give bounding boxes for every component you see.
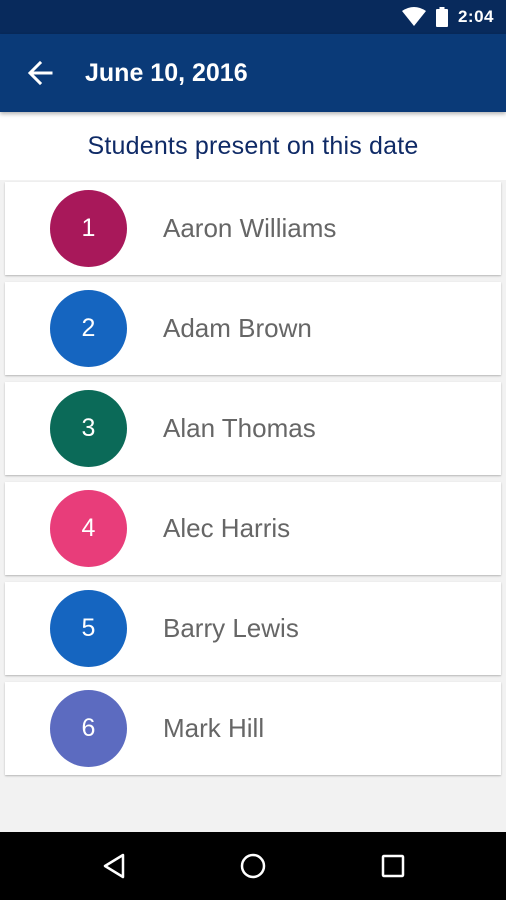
nav-back-button[interactable]	[94, 846, 134, 886]
screen: 2:04 June 10, 2016 Students present on t…	[0, 0, 506, 900]
home-circle-icon	[239, 852, 267, 880]
page-title: June 10, 2016	[85, 59, 248, 87]
student-card-6[interactable]: 6 Mark Hill	[5, 682, 501, 775]
student-card-1[interactable]: 1 Aaron Williams	[5, 182, 501, 275]
status-icons: 2:04	[401, 0, 494, 34]
student-card-3[interactable]: 3 Alan Thomas	[5, 382, 501, 475]
app-bar: June 10, 2016	[0, 34, 506, 112]
back-button[interactable]	[20, 53, 60, 93]
student-number-avatar: 1	[50, 190, 127, 267]
list-subtitle: Students present on this date	[87, 131, 419, 160]
student-number-avatar: 6	[50, 690, 127, 767]
student-name: Aaron Williams	[163, 213, 337, 243]
student-card-5[interactable]: 5 Barry Lewis	[5, 582, 501, 675]
student-name: Barry Lewis	[163, 613, 299, 643]
back-triangle-icon	[101, 852, 127, 880]
student-number-avatar: 5	[50, 590, 127, 667]
student-number-avatar: 2	[50, 290, 127, 367]
student-name: Alec Harris	[163, 513, 291, 543]
arrow-back-icon	[27, 60, 53, 86]
battery-icon	[435, 7, 448, 27]
student-number-avatar: 4	[50, 490, 127, 567]
nav-home-button[interactable]	[233, 846, 273, 886]
student-name: Alan Thomas	[163, 413, 316, 443]
navigation-bar	[0, 832, 506, 900]
student-card-4[interactable]: 4 Alec Harris	[5, 482, 501, 575]
student-card-2[interactable]: 2 Adam Brown	[5, 282, 501, 375]
recents-square-icon	[380, 853, 406, 879]
nav-recents-button[interactable]	[373, 846, 413, 886]
student-name: Adam Brown	[163, 313, 312, 343]
status-bar: 2:04	[0, 0, 506, 34]
wifi-icon	[401, 7, 426, 27]
student-number-avatar: 3	[50, 390, 127, 467]
student-name: Mark Hill	[163, 713, 265, 743]
status-time: 2:04	[457, 7, 494, 26]
subtitle-area: Students present on this date	[0, 112, 506, 180]
